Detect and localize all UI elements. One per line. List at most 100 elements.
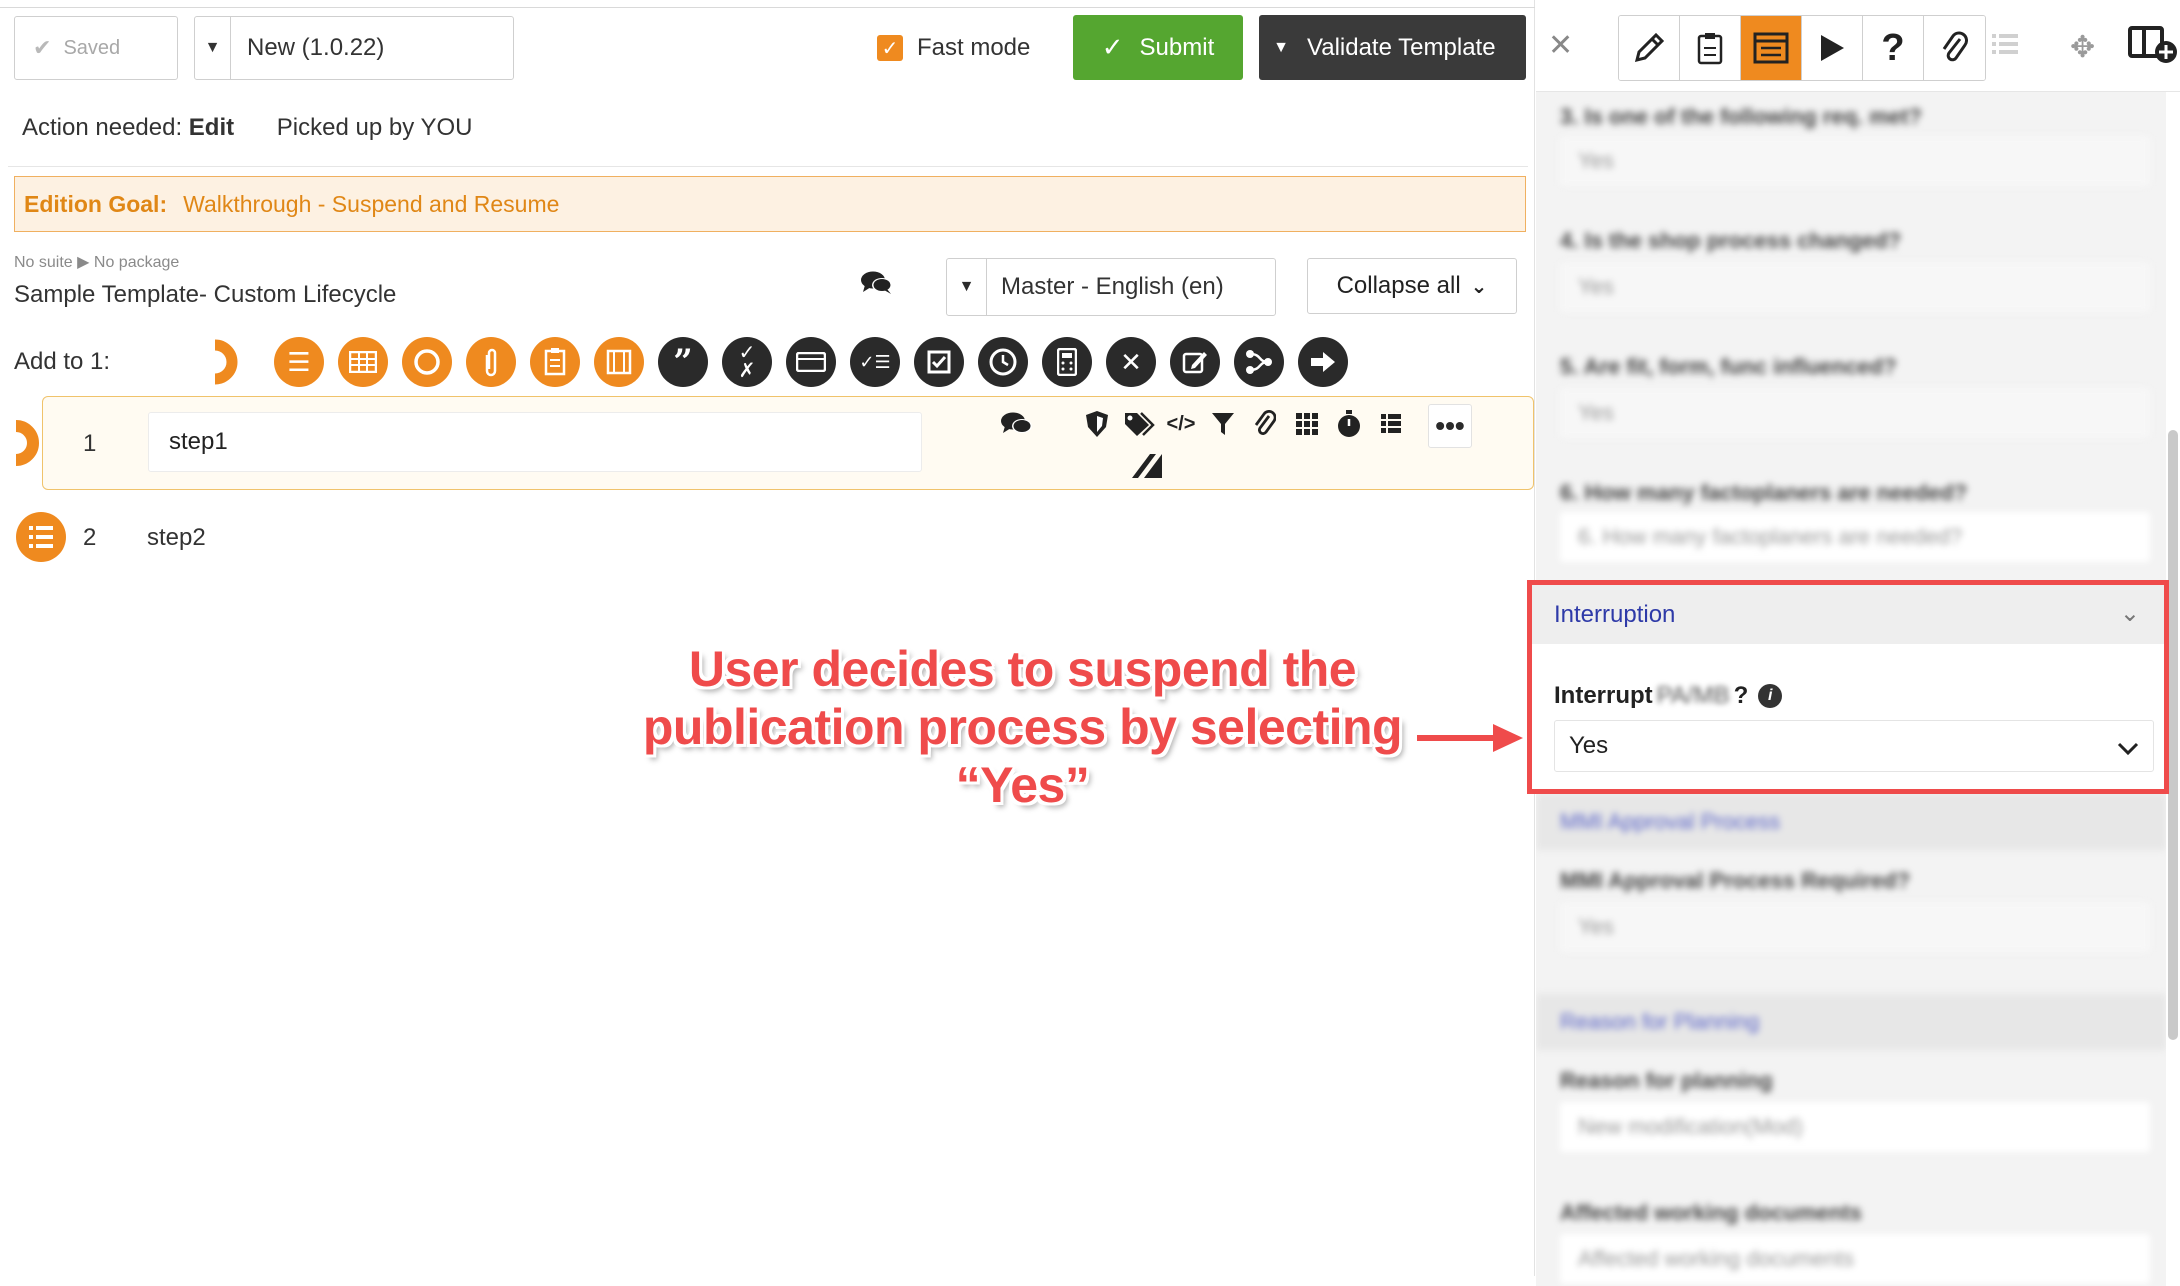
edit-icon[interactable]	[1170, 337, 1220, 387]
info-icon[interactable]: i	[1758, 684, 1783, 708]
interrupt-select[interactable]: Yes	[1554, 720, 2154, 772]
play-icon[interactable]	[1802, 16, 1863, 80]
edition-goal-banner: Edition Goal: Walkthrough - Suspend and …	[14, 176, 1526, 232]
step-title-input[interactable]: step1	[148, 412, 922, 472]
panel-toolbar: ✕ ? ✥	[1536, 0, 2180, 92]
submit-button[interactable]: ✓ Submit	[1073, 15, 1243, 80]
question-label: 5. Are fit, form, func influenced?	[1560, 354, 1897, 379]
checklist-icon[interactable]	[530, 337, 580, 387]
chevron-down-icon: ⌄	[1470, 275, 1488, 298]
close-icon[interactable]: ✕	[1548, 28, 1573, 63]
circle-icon[interactable]	[402, 337, 452, 387]
step-icon[interactable]	[210, 337, 260, 387]
step-number: 2	[83, 524, 97, 551]
interrupt-question-label: Interrupt PA/MB ? i	[1554, 682, 1783, 710]
more-options-button[interactable]: •••	[1428, 404, 1472, 448]
comments-icon[interactable]	[860, 270, 894, 301]
caret-down-icon[interactable]: ▼	[195, 17, 231, 79]
question-label: Reason for planning	[1560, 1068, 1773, 1093]
step-number: 1	[83, 430, 97, 457]
add-element-toolbar: ☰ ” ✓ ✗ ✓☰ ✕	[210, 337, 1348, 387]
annotation-line: User decides to suspend the	[688, 641, 1357, 697]
calculator-icon[interactable]	[1042, 337, 1092, 387]
section-header[interactable]: MMI Approval Process	[1536, 794, 2166, 850]
list-table-icon[interactable]	[1374, 404, 1408, 444]
saved-button[interactable]: ✔ Saved	[14, 16, 178, 80]
annotation-line: publication process by selecting	[642, 699, 1403, 755]
share-icon[interactable]	[1234, 337, 1284, 387]
tags-icon[interactable]	[1122, 404, 1156, 444]
pencil-icon[interactable]	[1619, 16, 1680, 80]
panel-tab-group: ?	[1618, 15, 1986, 81]
section-header[interactable]: Reason for Planning	[1536, 994, 2166, 1050]
filter-icon[interactable]	[1206, 404, 1240, 444]
comments-icon[interactable]	[1000, 404, 1034, 444]
answer-input[interactable]: Affected working documents	[1560, 1234, 2150, 1284]
grid-icon[interactable]	[1290, 404, 1324, 444]
code-icon[interactable]: </>	[1164, 404, 1198, 444]
bottom-edge	[0, 1276, 1535, 1286]
answer-select[interactable]: New modification(Mod)	[1560, 1102, 2150, 1152]
language-select[interactable]: ▼ Master - English (en)	[946, 258, 1276, 316]
step-title[interactable]: step2	[147, 524, 206, 552]
collapse-label: Collapse all	[1336, 272, 1461, 299]
list-icon[interactable]: ☰	[274, 337, 324, 387]
interruption-section-header[interactable]: Interruption ⌄	[1532, 585, 2164, 644]
action-needed-label: Action needed:	[22, 114, 183, 141]
clock-icon[interactable]	[978, 337, 1028, 387]
paperclip-icon[interactable]	[1248, 404, 1282, 444]
stopwatch-icon[interactable]	[1332, 404, 1366, 444]
check-x-icon[interactable]: ✓ ✗	[722, 337, 772, 387]
scrollbar[interactable]	[2168, 430, 2178, 1040]
check-icon: ✔	[33, 35, 52, 60]
annotation-arrow-icon	[1415, 720, 1525, 761]
divider	[8, 166, 1528, 167]
action-needed-value: Edit	[188, 114, 235, 141]
submit-label: Submit	[1139, 33, 1215, 61]
table-icon[interactable]	[338, 337, 388, 387]
clip-icon[interactable]	[466, 337, 516, 387]
help-icon[interactable]: ?	[1863, 16, 1924, 80]
breadcrumb-package[interactable]: No package	[94, 254, 179, 271]
template-title: Sample Template- Custom Lifecycle	[14, 281, 397, 308]
breadcrumb: No suite ▶ No package	[14, 252, 179, 272]
version-value: New (1.0.22)	[247, 34, 385, 61]
film-icon[interactable]	[594, 337, 644, 387]
arrow-right-icon[interactable]	[1298, 337, 1348, 387]
caret-down-icon[interactable]: ▼	[947, 259, 987, 315]
answer-select[interactable]: Yes	[1560, 136, 2150, 186]
paperclip-icon[interactable]	[1924, 16, 1985, 80]
checkbox-icon[interactable]	[914, 337, 964, 387]
collapse-all-button[interactable]: Collapse all ⌄	[1307, 258, 1517, 314]
question-label: 3. Is one of the following req. met?	[1560, 104, 1922, 129]
answer-select[interactable]: Yes	[1560, 262, 2150, 312]
move-icon[interactable]: ✥	[2070, 30, 2095, 65]
fast-mode-toggle[interactable]: ✓ Fast mode	[877, 34, 1030, 62]
tutorial-annotation: User decides to suspend the publication …	[600, 640, 1445, 814]
check-icon: ✓	[1101, 32, 1124, 62]
validate-label: Validate Template	[1307, 33, 1496, 61]
answer-input[interactable]: 6. How many factoplaners are needed?	[1560, 512, 2150, 562]
interrupt-value: Yes	[1569, 732, 1609, 759]
caret-down-icon[interactable]: ▼	[1259, 39, 1303, 57]
answer-select[interactable]: Yes	[1560, 388, 2150, 438]
tools-icon[interactable]: ✕	[1106, 337, 1156, 387]
layout-add-icon[interactable]	[2128, 24, 2180, 71]
breadcrumb-suite[interactable]: No suite	[14, 254, 73, 271]
form-icon[interactable]	[1741, 16, 1802, 80]
list-icon[interactable]	[1991, 32, 2019, 61]
add-to-label: Add to 1:	[14, 348, 111, 375]
fast-mode-checkbox[interactable]: ✓	[877, 35, 903, 61]
version-select[interactable]: ▼ New (1.0.22)	[194, 16, 514, 80]
card-icon[interactable]	[786, 337, 836, 387]
shield-icon[interactable]	[1080, 404, 1114, 444]
validate-template-button[interactable]: ▼ Validate Template	[1259, 15, 1526, 80]
answer-select[interactable]: Yes	[1560, 902, 2150, 952]
top-divider	[0, 0, 1535, 8]
clipboard-icon[interactable]	[1680, 16, 1741, 80]
check-list-icon[interactable]: ✓☰	[850, 337, 900, 387]
chevron-down-icon: ⌄	[2119, 600, 2140, 627]
resize-handle-icon[interactable]	[1128, 450, 1164, 485]
quote-icon[interactable]: ”	[658, 337, 708, 387]
